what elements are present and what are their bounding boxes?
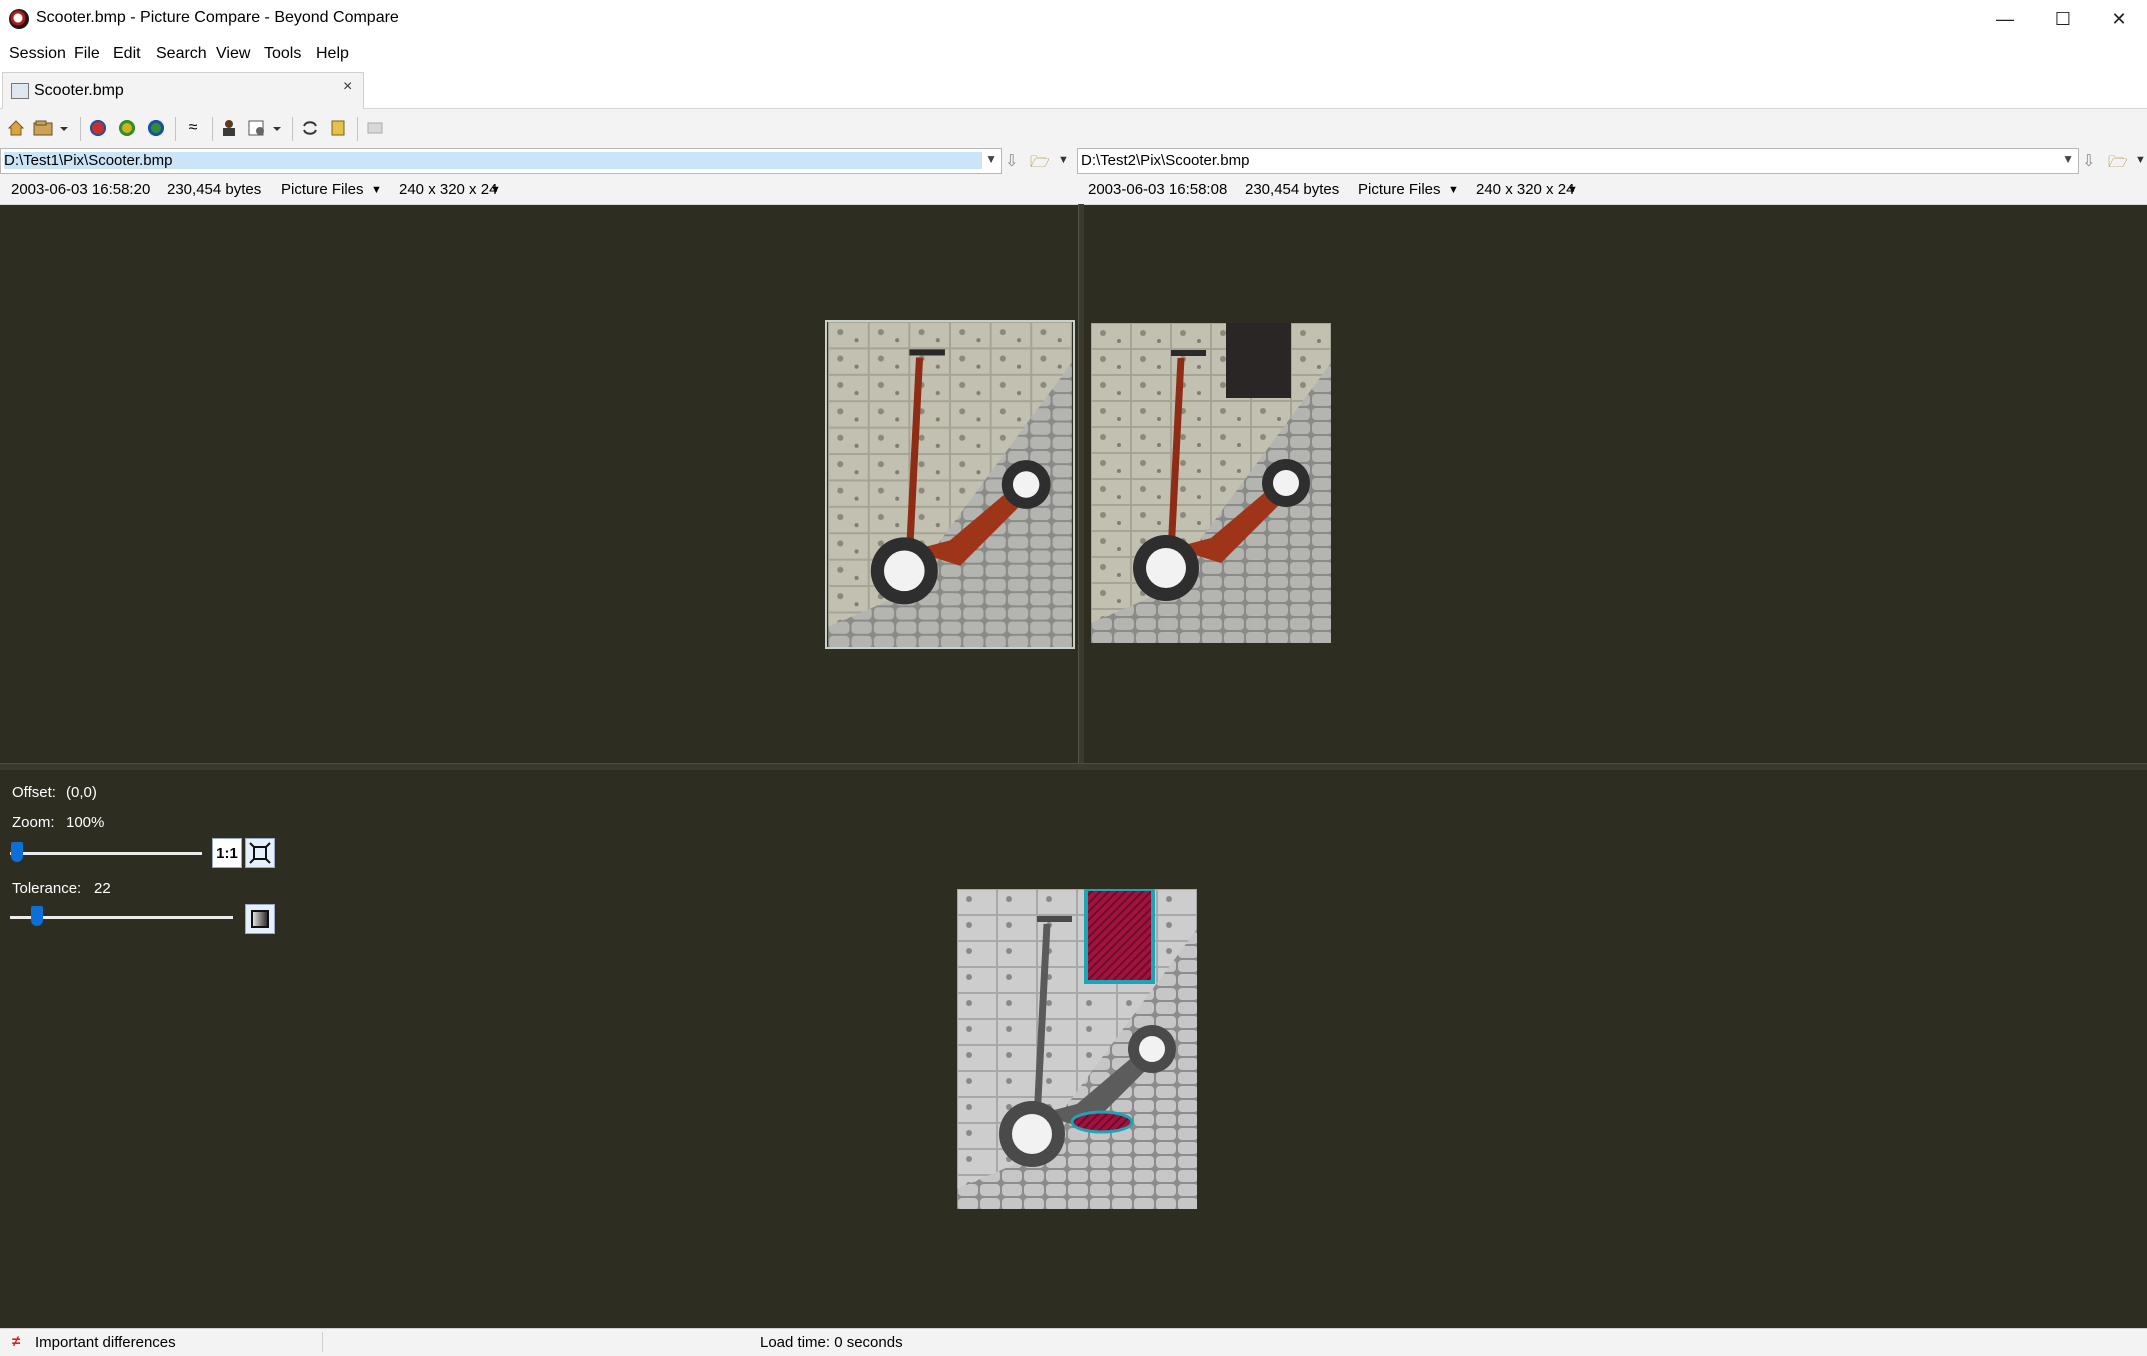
edit-icon[interactable] (362, 116, 388, 140)
zoom-fit-button[interactable] (245, 838, 275, 868)
toolbar-separator (212, 117, 213, 141)
chevron-down-icon[interactable]: ▼ (490, 184, 501, 196)
left-format-select[interactable]: Picture Files (281, 181, 364, 198)
differences-status: Important differences (35, 1334, 176, 1351)
open-session-icon[interactable] (31, 116, 73, 140)
zoom-label: Zoom: (12, 814, 55, 831)
options-icon[interactable] (246, 116, 286, 140)
tolerance-slider-thumb[interactable] (31, 906, 43, 926)
left-dimensions-select[interactable]: 240 x 320 x 24 (399, 181, 497, 198)
show-same-icon[interactable] (143, 116, 169, 140)
chevron-down-icon[interactable]: ▼ (1058, 154, 1069, 166)
tab-label: Scooter.bmp (34, 82, 124, 99)
menu-bar: Session File Edit Search View Tools Help (0, 38, 2147, 70)
toolbar-separator (175, 117, 176, 141)
menu-file[interactable]: File (74, 45, 100, 63)
chevron-down-icon[interactable]: ▼ (371, 184, 382, 196)
tab-close-button[interactable]: × (343, 78, 352, 96)
load-time-status: Load time: 0 seconds (760, 1334, 903, 1351)
close-window-button[interactable]: ✕ (2090, 0, 2147, 38)
menu-edit[interactable]: Edit (113, 45, 141, 63)
right-file-date: 2003-06-03 16:58:08 (1088, 181, 1228, 198)
home-icon[interactable] (3, 116, 29, 140)
difference-region (1070, 1110, 1134, 1134)
chevron-down-icon[interactable]: ▼ (2135, 154, 2146, 166)
tolerance-label: Tolerance: (12, 880, 82, 897)
left-file-size: 230,454 bytes (167, 181, 262, 198)
gradient-icon (251, 910, 269, 928)
offset-label: Offset: (12, 784, 56, 801)
title-bar: Scooter.bmp - Picture Compare - Beyond C… (0, 0, 2147, 38)
difference-region (1084, 889, 1155, 984)
zoom-slider-track (10, 852, 202, 855)
show-all-icon[interactable] (85, 116, 111, 140)
menu-search[interactable]: Search (156, 45, 207, 63)
path-bar: D:\Test1\Pix\Scooter.bmp ▼ ⇩ 🗁 ▼ D:\Test… (0, 146, 2147, 176)
difference-image[interactable] (957, 889, 1197, 1209)
right-dimensions-select[interactable]: 240 x 320 x 24 (1476, 181, 1574, 198)
tolerance-slider-track (10, 916, 233, 919)
maximize-button[interactable]: ☐ (2034, 0, 2092, 38)
chevron-down-icon[interactable]: ▼ (985, 152, 997, 166)
left-file-date: 2003-06-03 16:58:20 (11, 181, 151, 198)
status-separator (322, 1332, 323, 1352)
left-image[interactable] (825, 320, 1075, 649)
beyond-compare-app-icon (9, 9, 29, 29)
toolbar-separator (357, 117, 358, 141)
menu-tools[interactable]: Tools (264, 45, 301, 63)
right-browse-folder-icon[interactable]: 🗁 (2108, 151, 2128, 178)
menu-help[interactable]: Help (316, 45, 349, 63)
offset-value: (0,0) (66, 784, 97, 801)
menu-session[interactable]: Session (9, 45, 66, 63)
rules-icon[interactable] (216, 116, 242, 140)
chevron-down-icon[interactable]: ▼ (2062, 152, 2074, 166)
right-history-icon[interactable]: ⇩ (2082, 151, 2095, 171)
swap-sides-icon[interactable] (297, 116, 323, 140)
fit-to-window-icon (249, 842, 271, 864)
zoom-value: 100% (66, 814, 105, 831)
important-differences-icon: ≠ (12, 1333, 21, 1350)
left-browse-folder-icon[interactable]: 🗁 (1030, 151, 1050, 178)
right-file-size: 230,454 bytes (1245, 181, 1340, 198)
zoom-one-to-one-button[interactable]: 1:1 (212, 838, 242, 868)
tolerance-icon[interactable]: ≈ (180, 116, 206, 140)
right-format-select[interactable]: Picture Files (1358, 181, 1441, 198)
tolerance-value: 22 (94, 880, 111, 897)
left-path-input[interactable]: D:\Test1\Pix\Scooter.bmp ▼ (0, 148, 1002, 174)
show-differences-icon[interactable] (114, 116, 140, 140)
minimize-button[interactable]: — (1976, 0, 2034, 38)
zoom-slider[interactable] (10, 842, 202, 864)
file-info-bar: 2003-06-03 16:58:20 230,454 bytes Pictur… (0, 176, 2147, 205)
chevron-down-icon[interactable]: ▼ (1567, 184, 1578, 196)
reload-icon[interactable] (325, 116, 351, 140)
horizontal-splitter[interactable] (0, 763, 2147, 770)
tolerance-slider[interactable] (10, 906, 233, 928)
zoom-slider-thumb[interactable] (11, 842, 23, 862)
chevron-down-icon[interactable]: ▼ (1448, 184, 1459, 196)
window-title: Scooter.bmp - Picture Compare - Beyond C… (36, 9, 399, 26)
status-bar: ≠ Important differences Load time: 0 sec… (0, 1328, 2147, 1356)
left-history-icon[interactable]: ⇩ (1005, 151, 1018, 171)
right-path-input[interactable]: D:\Test2\Pix\Scooter.bmp ▼ (1077, 148, 2079, 174)
toolbar-separator (292, 117, 293, 141)
right-image[interactable] (1091, 323, 1331, 643)
menu-view[interactable]: View (216, 45, 250, 63)
picture-file-icon (11, 83, 29, 99)
left-path-text: D:\Test1\Pix\Scooter.bmp (4, 152, 982, 169)
right-path-text: D:\Test2\Pix\Scooter.bmp (1081, 152, 1250, 169)
tab-scooter-bmp[interactable]: Scooter.bmp × (2, 72, 364, 109)
toolbar: ≈ (0, 109, 2147, 147)
tolerance-toggle-button[interactable] (245, 904, 275, 934)
toolbar-separator (80, 117, 81, 141)
